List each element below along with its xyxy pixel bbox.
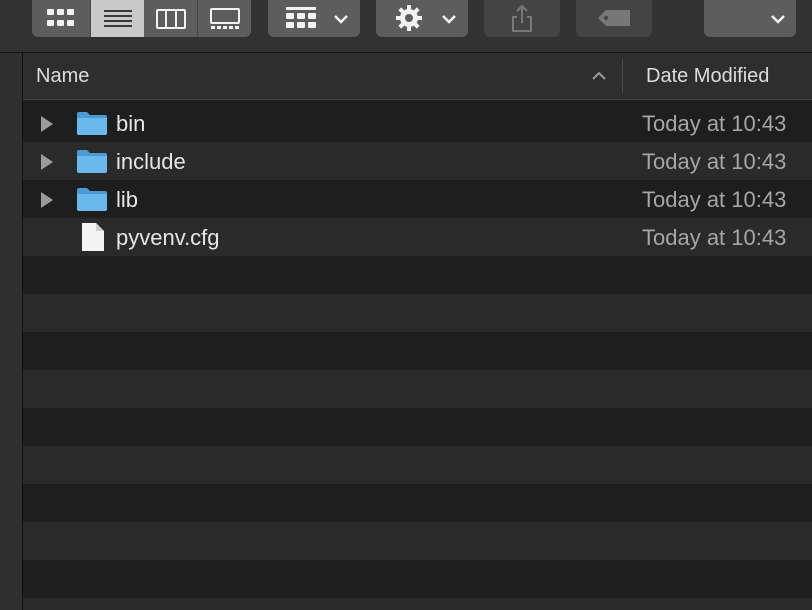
folder-icon (77, 150, 107, 173)
gallery-icon (209, 7, 240, 29)
date-modified: Today at 10:43 (642, 111, 787, 136)
empty-row (23, 522, 812, 560)
share-icon (512, 4, 532, 32)
empty-row (23, 484, 812, 522)
tag-icon (598, 10, 630, 26)
empty-row (23, 294, 812, 332)
column-header-name[interactable]: Name (36, 65, 89, 87)
empty-row (23, 370, 812, 408)
sort-ascending-icon[interactable] (592, 71, 606, 81)
disclosure-triangle-icon[interactable] (41, 116, 53, 132)
folder-icon (77, 112, 107, 135)
column-view-button[interactable] (144, 0, 197, 37)
tag-button[interactable] (576, 0, 652, 37)
group-by-button[interactable] (268, 0, 360, 37)
search-scope-dropdown[interactable] (704, 0, 796, 37)
empty-row (23, 446, 812, 484)
grid-icon (47, 8, 74, 26)
chevron-down-icon (442, 14, 456, 24)
document-icon (82, 223, 104, 251)
list-item[interactable]: bin Today at 10:43 (23, 104, 812, 142)
columns-icon (155, 8, 186, 29)
share-button[interactable] (484, 0, 560, 37)
list-header: Name Date Modified (23, 53, 812, 100)
group-by-icon (286, 7, 316, 28)
list-item[interactable]: lib Today at 10:43 (23, 180, 812, 218)
date-modified: Today at 10:43 (642, 225, 787, 250)
date-modified: Today at 10:43 (642, 187, 787, 212)
empty-row (23, 332, 812, 370)
icon-view-button[interactable] (32, 0, 90, 37)
list-item[interactable]: include Today at 10:43 (23, 142, 812, 180)
chevron-down-icon (334, 14, 348, 24)
file-name: pyvenv.cfg (116, 225, 220, 250)
file-list: Name Date Modified bin Today at 10:43 in… (23, 53, 812, 610)
empty-row (23, 560, 812, 598)
disclosure-triangle-icon[interactable] (41, 192, 53, 208)
action-menu-button[interactable] (376, 0, 468, 37)
view-mode-control (32, 0, 251, 37)
date-modified: Today at 10:43 (642, 149, 787, 174)
file-name: lib (116, 187, 139, 212)
chevron-down-icon (771, 14, 785, 24)
gear-icon (396, 5, 422, 31)
list-icon (103, 9, 132, 27)
column-header-date-modified[interactable]: Date Modified (646, 65, 769, 87)
empty-row (23, 598, 812, 610)
list-view-button[interactable] (91, 0, 144, 37)
list-item[interactable]: pyvenv.cfg Today at 10:43 (23, 218, 812, 256)
empty-row (23, 408, 812, 446)
empty-row (23, 256, 812, 294)
folder-icon (77, 188, 107, 211)
file-name: bin (116, 111, 146, 136)
disclosure-triangle-icon[interactable] (41, 154, 53, 170)
gallery-view-button[interactable] (198, 0, 251, 37)
file-name: include (116, 149, 186, 174)
sidebar-edge (0, 53, 23, 610)
toolbar (0, 0, 812, 53)
column-divider[interactable] (622, 59, 623, 93)
